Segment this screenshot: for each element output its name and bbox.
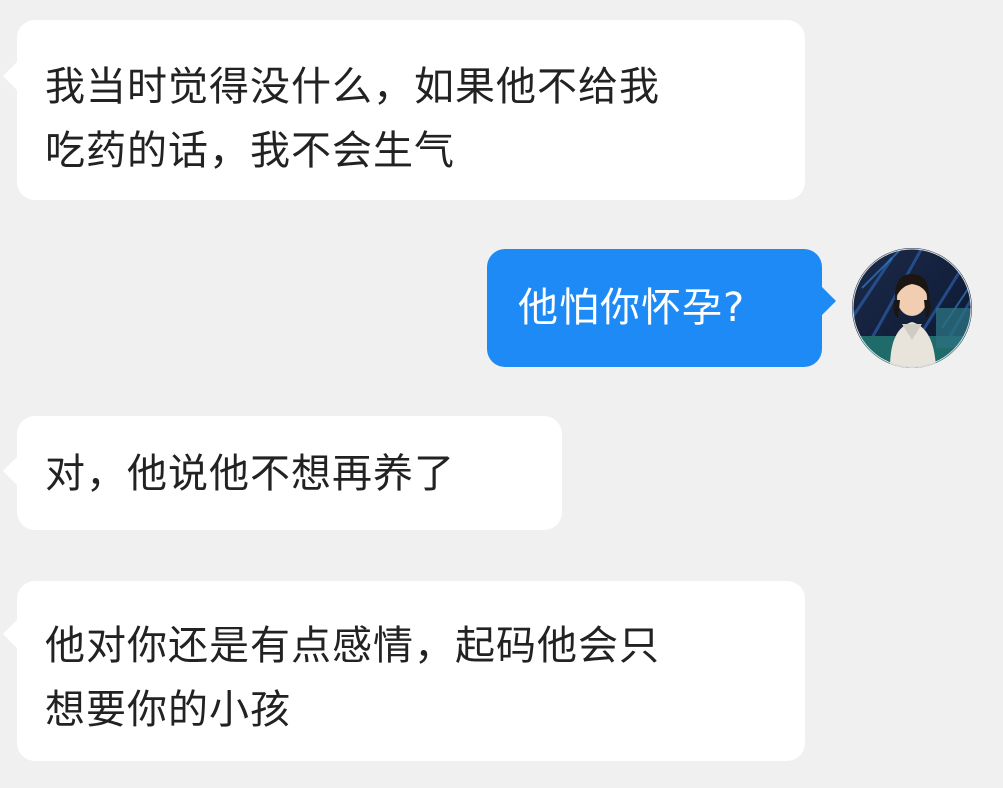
incoming-message-bubble[interactable]: 我当时觉得没什么，如果他不给我 吃药的话，我不会生气: [17, 20, 805, 200]
incoming-message-bubble[interactable]: 他对你还是有点感情，起码他会只 想要你的小孩: [17, 581, 805, 761]
chat-conversation: 我当时觉得没什么，如果他不给我 吃药的话，我不会生气 他怕你怀孕? 对，他说他不…: [0, 0, 1003, 788]
bubble-tail: [3, 457, 17, 485]
bubble-tail: [3, 620, 17, 648]
message-text: 想要你的小孩: [45, 687, 291, 733]
message-text: 他对你还是有点感情，起码他会只: [45, 623, 660, 669]
message-text: 吃药的话，我不会生气: [45, 128, 455, 174]
message-text: 他怕你怀孕?: [518, 285, 746, 331]
user-avatar[interactable]: [852, 248, 972, 368]
outgoing-message-bubble[interactable]: 他怕你怀孕?: [487, 249, 822, 367]
bubble-tail: [822, 287, 836, 315]
bubble-tail: [3, 62, 17, 90]
message-text: 对，他说他不想再养了: [45, 451, 455, 497]
incoming-message-bubble[interactable]: 对，他说他不想再养了: [17, 416, 562, 530]
message-text: 我当时觉得没什么，如果他不给我: [45, 64, 660, 110]
